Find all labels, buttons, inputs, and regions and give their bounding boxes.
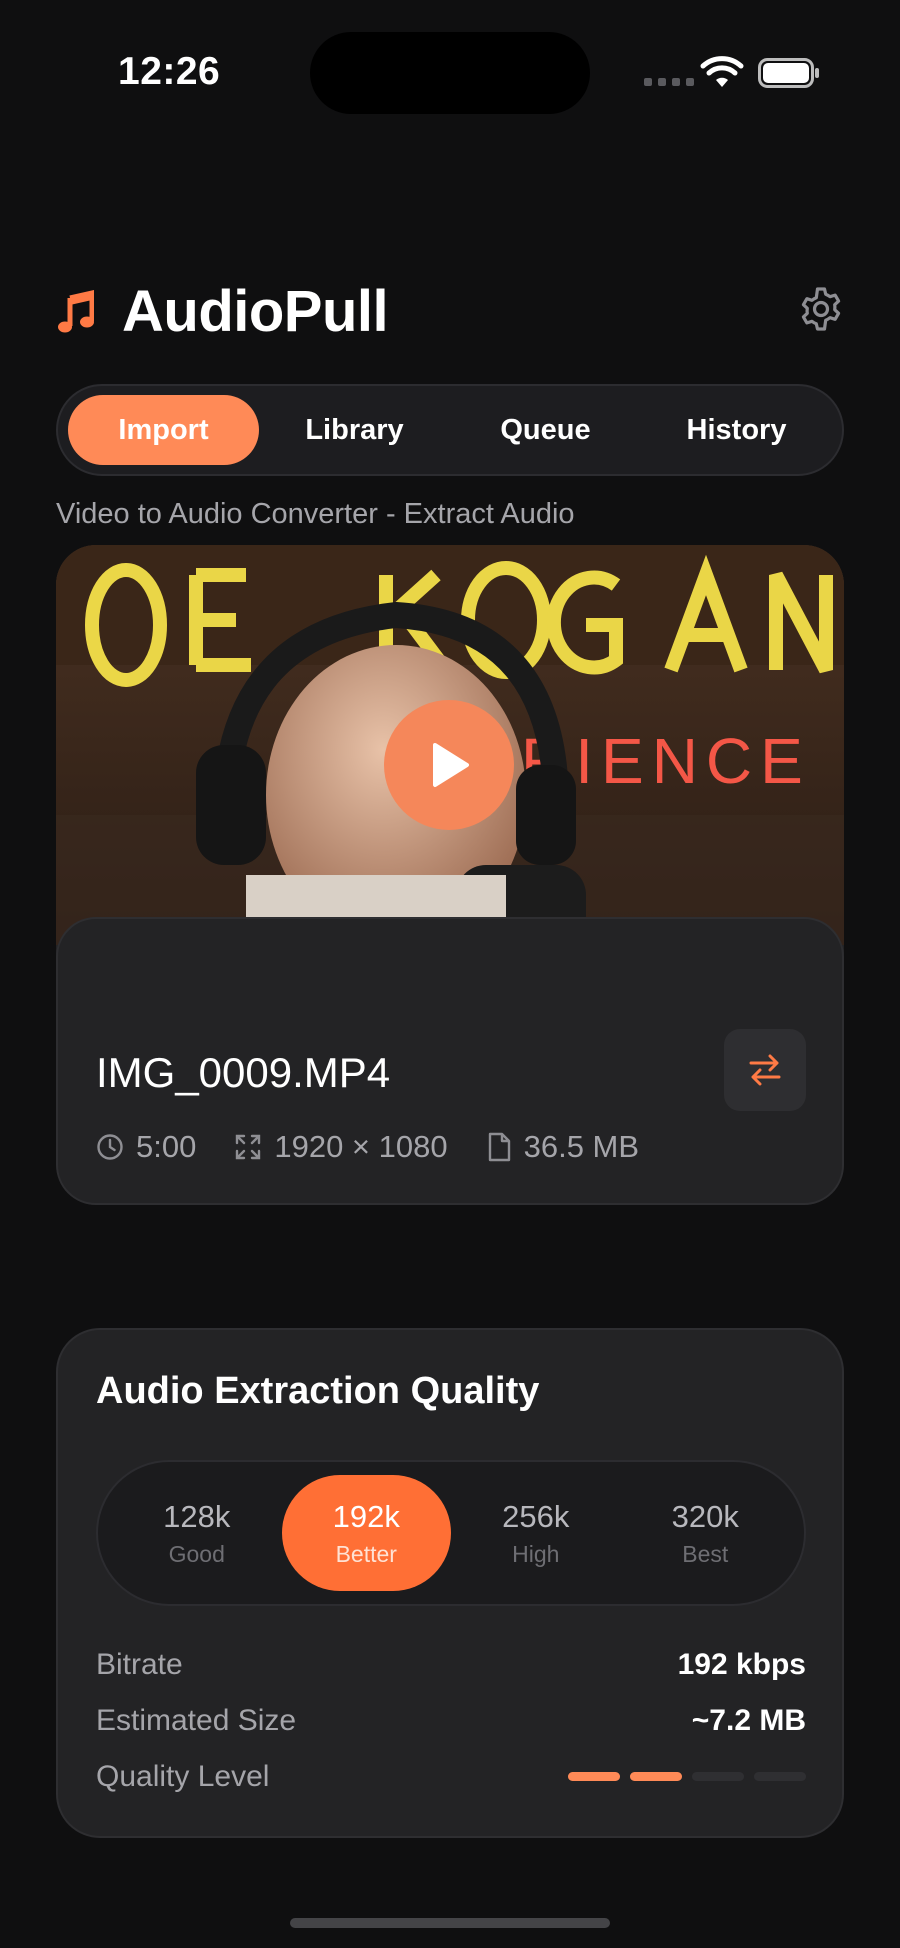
tab-queue[interactable]: Queue [450, 395, 641, 465]
video-duration: 5:00 [136, 1129, 197, 1164]
app-header: AudioPull [56, 270, 844, 350]
bitrate-row: Bitrate 192 kbps [96, 1648, 806, 1682]
play-icon [433, 743, 469, 787]
quality-option-value: 128k [163, 1498, 231, 1534]
swap-arrows-icon [749, 1054, 781, 1086]
file-icon [488, 1132, 510, 1162]
quality-option-label: Good [168, 1540, 225, 1567]
tab-import[interactable]: Import [68, 395, 259, 465]
quality-level-bar [630, 1772, 682, 1781]
home-indicator [290, 1918, 610, 1928]
quality-option-value: 192k [332, 1498, 400, 1534]
status-time: 12:26 [118, 50, 221, 93]
quality-level-label: Quality Level [96, 1760, 270, 1793]
gear-icon[interactable] [798, 286, 844, 332]
quality-option-192k[interactable]: 192k Better [281, 1475, 451, 1591]
status-bar: 12:26 [0, 0, 900, 150]
quality-level-row: Quality Level [96, 1760, 806, 1794]
bitrate-label: Bitrate [96, 1648, 183, 1681]
quality-selector: 128k Good 192k Better 256k High 320k Bes… [96, 1460, 806, 1606]
bitrate-value: 192 kbps [677, 1648, 806, 1681]
video-resolution: 1920 × 1080 [274, 1129, 448, 1164]
quality-level-bar [692, 1772, 744, 1781]
quality-option-320k[interactable]: 320k Best [621, 1475, 791, 1591]
resolution-icon [236, 1134, 261, 1160]
video-info-panel: IMG_0009.MP4 5:00 1920 × 1080 36.5 MB [56, 917, 844, 1205]
clock-icon [97, 1134, 123, 1160]
estimated-size-label: Estimated Size [96, 1704, 297, 1737]
tab-bar: Import Library Queue History [56, 384, 844, 476]
quality-option-label: Better [335, 1540, 397, 1567]
video-filename: IMG_0009.MP4 [96, 1049, 391, 1096]
cellular-signal-icon [644, 78, 694, 86]
quality-option-label: High [512, 1540, 560, 1567]
swap-video-button[interactable] [724, 1029, 806, 1111]
dynamic-island [310, 32, 590, 114]
quality-option-256k[interactable]: 256k High [451, 1475, 621, 1591]
page-subtitle: Video to Audio Converter - Extract Audio [56, 498, 575, 530]
quality-level-bar [568, 1772, 620, 1781]
estimated-size-row: Estimated Size ~7.2 MB [96, 1704, 806, 1738]
music-note-icon [58, 290, 94, 333]
quality-option-value: 320k [671, 1498, 739, 1534]
quality-option-label: Best [682, 1540, 729, 1567]
quality-card: Audio Extraction Quality 128k Good 192k … [56, 1328, 844, 1838]
video-metadata: 5:00 1920 × 1080 36.5 MB [96, 1129, 677, 1165]
quality-level-indicator [568, 1772, 806, 1794]
quality-option-128k[interactable]: 128k Good [112, 1475, 282, 1591]
tab-library[interactable]: Library [259, 395, 450, 465]
wifi-icon [700, 56, 744, 87]
quality-level-bar [754, 1772, 806, 1781]
estimated-size-value: ~7.2 MB [691, 1704, 806, 1737]
video-card: RIENCE IMG_0009.MP4 5:00 1920 × 1080 36.… [56, 545, 844, 1205]
quality-option-value: 256k [502, 1498, 570, 1534]
play-button[interactable] [384, 700, 514, 830]
video-file-size: 36.5 MB [523, 1129, 640, 1164]
battery-icon [758, 58, 819, 88]
tab-history[interactable]: History [641, 395, 832, 465]
quality-title: Audio Extraction Quality [96, 1370, 540, 1412]
app-title: AudioPull [122, 279, 389, 344]
